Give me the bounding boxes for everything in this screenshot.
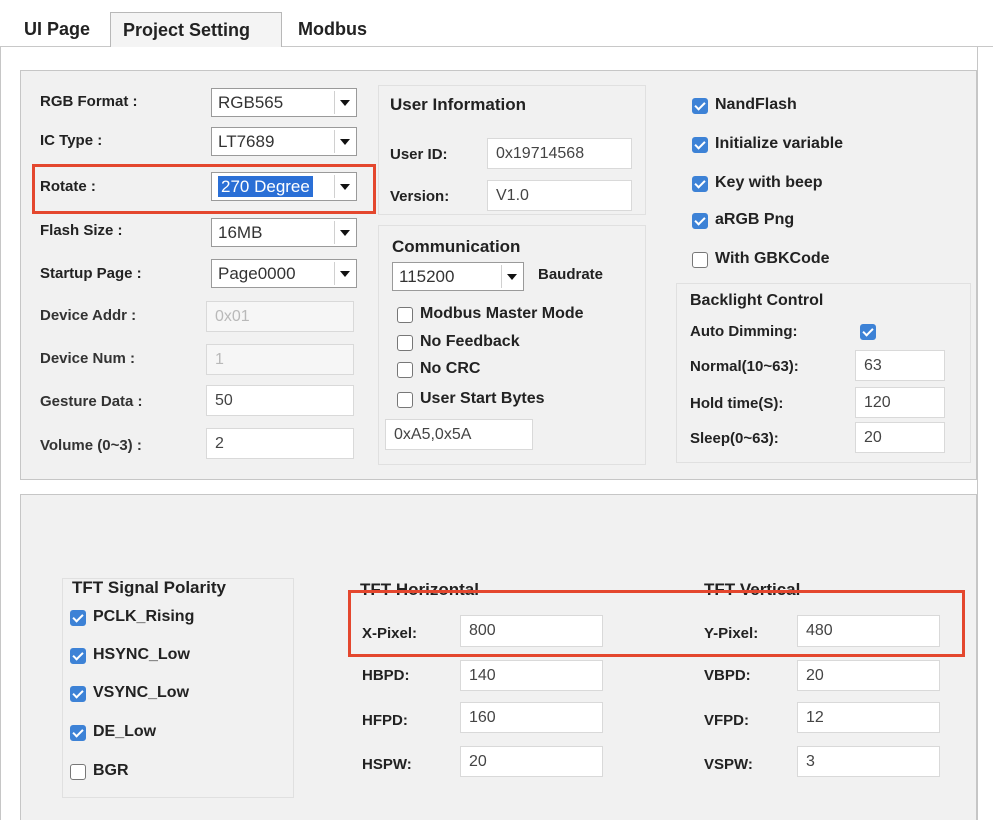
backlight-title: Backlight Control — [690, 292, 824, 309]
tft-polarity-title: TFT Signal Polarity — [72, 578, 226, 597]
flash-size-label: Flash Size : — [40, 222, 123, 239]
baudrate-value: 115200 — [399, 267, 455, 286]
hspw-label: HSPW: — [362, 756, 412, 773]
user-id-input[interactable]: 0x19714568 — [487, 138, 632, 169]
gesture-data-label: Gesture Data : — [40, 393, 143, 410]
hold-time-label: Hold time(S): — [690, 395, 784, 412]
baudrate-select[interactable]: 115200 — [392, 262, 524, 291]
vbpd-input[interactable]: 20 — [797, 660, 940, 691]
device-num-label: Device Num : — [40, 350, 136, 367]
pclk-rising-checkbox[interactable] — [70, 610, 86, 626]
rgb-format-select[interactable]: RGB565 — [211, 88, 357, 117]
chevron-down-icon[interactable] — [334, 130, 354, 153]
vspw-label: VSPW: — [704, 756, 753, 773]
right-border — [977, 47, 978, 820]
user-id-label: User ID: — [390, 146, 448, 163]
startup-page-value: Page0000 — [218, 264, 296, 283]
ic-type-label: IC Type : — [40, 132, 103, 149]
user-start-bytes-label: User Start Bytes — [420, 390, 545, 407]
hbpd-input[interactable]: 140 — [460, 660, 603, 691]
device-addr-input[interactable]: 0x01 — [206, 301, 354, 332]
hsync-low-checkbox[interactable] — [70, 648, 86, 664]
baudrate-label: Baudrate — [538, 266, 604, 283]
nandflash-label: NandFlash — [715, 96, 797, 113]
resolution-highlight-box — [348, 590, 965, 657]
version-input[interactable]: V1.0 — [487, 180, 632, 211]
vsync-low-checkbox[interactable] — [70, 686, 86, 702]
key-with-beep-checkbox[interactable] — [692, 176, 708, 192]
startup-page-label: Startup Page : — [40, 265, 142, 282]
rgb-format-value: RGB565 — [218, 93, 284, 112]
hfpd-label: HFPD: — [362, 712, 408, 729]
vbpd-label: VBPD: — [704, 667, 751, 684]
auto-dimming-label: Auto Dimming: — [690, 323, 798, 340]
tab-ui-page[interactable]: UI Page — [12, 12, 102, 47]
version-label: Version: — [390, 188, 450, 205]
argb-png-checkbox[interactable] — [692, 213, 708, 229]
tab-project-setting[interactable]: Project Setting — [110, 12, 282, 47]
vfpd-label: VFPD: — [704, 712, 749, 729]
user-info-title: User Information — [390, 95, 527, 114]
device-addr-label: Device Addr : — [40, 307, 137, 324]
modbus-master-checkbox[interactable] — [397, 307, 413, 323]
left-border — [0, 47, 1, 820]
flash-size-value: 16MB — [218, 223, 263, 242]
sleep-label: Sleep(0~63): — [690, 430, 779, 447]
sleep-input[interactable]: 20 — [855, 422, 945, 453]
hfpd-input[interactable]: 160 — [460, 702, 603, 733]
communication-title: Communication — [392, 237, 521, 256]
vspw-input[interactable]: 3 — [797, 746, 940, 777]
normal-input[interactable]: 63 — [855, 350, 945, 381]
ic-type-value: LT7689 — [218, 132, 275, 151]
no-feedback-checkbox[interactable] — [397, 335, 413, 351]
initialize-variable-label: Initialize variable — [715, 135, 844, 152]
pclk-rising-label: PCLK_Rising — [93, 608, 195, 625]
auto-dimming-checkbox[interactable] — [860, 324, 876, 340]
no-crc-label: No CRC — [420, 360, 481, 377]
hold-time-input[interactable]: 120 — [855, 387, 945, 418]
volume-label: Volume (0~3) : — [40, 437, 142, 454]
device-num-input[interactable]: 1 — [206, 344, 354, 375]
volume-input[interactable]: 2 — [206, 428, 354, 459]
no-crc-checkbox[interactable] — [397, 362, 413, 378]
hspw-input[interactable]: 20 — [460, 746, 603, 777]
chevron-down-icon[interactable] — [334, 91, 354, 114]
chevron-down-icon[interactable] — [501, 265, 521, 288]
ic-type-select[interactable]: LT7689 — [211, 127, 357, 156]
rgb-format-label: RGB Format : — [40, 93, 138, 110]
modbus-master-label: Modbus Master Mode — [420, 305, 584, 322]
tab-divider-left — [0, 46, 110, 47]
gesture-data-input[interactable]: 50 — [206, 385, 354, 416]
no-feedback-label: No Feedback — [420, 333, 520, 350]
bgr-label: BGR — [93, 762, 129, 779]
startup-page-select[interactable]: Page0000 — [211, 259, 357, 288]
flash-size-select[interactable]: 16MB — [211, 218, 357, 247]
rotate-highlight-box — [32, 164, 376, 214]
vfpd-input[interactable]: 12 — [797, 702, 940, 733]
tab-divider — [282, 46, 993, 47]
vsync-low-label: VSYNC_Low — [93, 684, 190, 701]
argb-png-label: aRGB Png — [715, 211, 795, 228]
hbpd-label: HBPD: — [362, 667, 410, 684]
de-low-checkbox[interactable] — [70, 725, 86, 741]
key-with-beep-label: Key with beep — [715, 174, 823, 191]
nandflash-checkbox[interactable] — [692, 98, 708, 114]
chevron-down-icon[interactable] — [334, 262, 354, 285]
tab-modbus[interactable]: Modbus — [286, 12, 379, 47]
initialize-variable-checkbox[interactable] — [692, 137, 708, 153]
with-gbkcode-label: With GBKCode — [715, 250, 830, 267]
chevron-down-icon[interactable] — [334, 221, 354, 244]
user-start-bytes-checkbox[interactable] — [397, 392, 413, 408]
bgr-checkbox[interactable] — [70, 764, 86, 780]
with-gbkcode-checkbox[interactable] — [692, 252, 708, 268]
hsync-low-label: HSYNC_Low — [93, 646, 190, 663]
de-low-label: DE_Low — [93, 723, 157, 740]
start-bytes-input[interactable]: 0xA5,0x5A — [385, 419, 533, 450]
tab-bar: UI Page Project Setting Modbus — [0, 0, 993, 47]
normal-label: Normal(10~63): — [690, 358, 799, 375]
